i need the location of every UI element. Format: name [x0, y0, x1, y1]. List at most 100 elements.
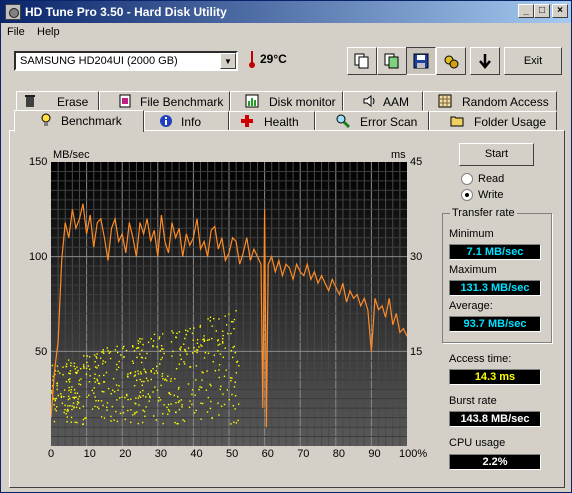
access-time-point: [161, 348, 163, 350]
exit-button[interactable]: Exit: [504, 47, 562, 75]
access-time-point: [179, 354, 181, 356]
access-time-point: [97, 400, 100, 402]
access-time-point: [73, 397, 75, 400]
download-button[interactable]: [470, 47, 500, 75]
access-time-point: [103, 374, 105, 376]
app-window: HD Tune Pro 3.50 - Hard Disk Utility _ □…: [0, 0, 572, 493]
access-time-point: [139, 353, 141, 355]
access-time-point: [177, 388, 180, 390]
access-time-point: [119, 412, 122, 415]
access-time-point: [104, 361, 107, 363]
access-time-point: [158, 396, 160, 399]
access-time-point: [96, 406, 99, 408]
temperature-value: 29°C: [260, 52, 287, 66]
access-time-point: [107, 387, 110, 390]
access-time-point: [161, 373, 164, 375]
save-button[interactable]: [406, 47, 436, 75]
access-time-point: [214, 370, 217, 372]
copy-text-button[interactable]: [347, 47, 377, 75]
access-time-point: [194, 350, 196, 352]
access-time-point: [141, 357, 143, 359]
access-time-point: [133, 375, 136, 377]
access-time-point: [54, 400, 56, 402]
tab-folder-usage[interactable]: Folder Usage: [429, 111, 557, 131]
tab-error-scan[interactable]: Error Scan: [315, 111, 429, 131]
access-time-point: [167, 413, 169, 415]
app-icon: [5, 4, 21, 20]
read-radio[interactable]: [461, 173, 473, 185]
access-time-point: [196, 339, 199, 341]
menu-file[interactable]: File: [7, 26, 25, 38]
access-time-point: [101, 390, 103, 393]
access-time-point: [73, 389, 76, 391]
tab-erase[interactable]: Erase: [16, 91, 99, 111]
access-time-point: [63, 396, 65, 398]
access-time-point: [89, 375, 91, 377]
access-time-point: [225, 324, 228, 326]
speaker-icon: [363, 95, 375, 107]
access-time-point: [56, 388, 58, 391]
copy-image-button[interactable]: [377, 47, 407, 75]
access-time-point: [227, 332, 229, 335]
close-button[interactable]: ×: [552, 4, 568, 18]
access-time-point: [106, 409, 108, 411]
menu-help[interactable]: Help: [37, 26, 60, 38]
access-time-point: [98, 407, 100, 410]
access-time-point: [168, 392, 170, 394]
access-time-point: [163, 352, 165, 355]
access-time-point: [98, 375, 100, 377]
access-time-point: [107, 350, 109, 352]
minimum-label: Minimum: [449, 228, 494, 240]
access-time-point: [75, 396, 77, 398]
access-time-point: [215, 330, 217, 332]
access-time-point: [169, 393, 172, 396]
tab-health[interactable]: Health: [229, 111, 315, 131]
tab-aam-label: AAM: [383, 95, 410, 109]
maximize-button[interactable]: □: [534, 4, 550, 18]
access-time-point: [217, 350, 219, 352]
access-time-point: [76, 392, 79, 394]
access-time-point: [82, 364, 85, 366]
access-time-point: [56, 382, 58, 384]
write-radio[interactable]: [461, 189, 473, 201]
chevron-down-icon[interactable]: ▼: [220, 53, 236, 69]
right-tick-15: 15: [410, 346, 423, 358]
access-time-point: [133, 350, 136, 352]
access-time-point: [191, 393, 193, 396]
access-time-point: [152, 345, 154, 347]
access-time-point: [189, 327, 191, 330]
access-time-point: [86, 355, 88, 357]
access-time-point: [139, 371, 142, 373]
start-button[interactable]: Start: [459, 143, 534, 166]
access-time-point: [194, 394, 196, 396]
access-time-point: [118, 360, 120, 363]
access-time-point: [141, 384, 143, 386]
access-time-point: [94, 381, 96, 383]
access-time-point: [51, 364, 54, 367]
tab-aam[interactable]: AAM: [343, 91, 423, 111]
title-bar[interactable]: HD Tune Pro 3.50 - Hard Disk Utility _ □…: [1, 1, 571, 23]
options-button[interactable]: [436, 47, 466, 75]
left-tick-100: 100: [29, 251, 48, 263]
access-time-point: [113, 391, 116, 393]
tab-benchmark[interactable]: Benchmark: [14, 110, 144, 132]
access-time-point: [94, 361, 96, 363]
access-time-point: [206, 411, 209, 413]
access-time-point: [117, 366, 120, 368]
trash-icon: [25, 95, 35, 107]
minimize-button[interactable]: _: [518, 4, 534, 18]
access-time-point: [125, 349, 128, 352]
tab-file-benchmark-label: File Benchmark: [140, 95, 224, 109]
red-cross-icon: [241, 115, 253, 127]
grid-icon: [438, 94, 452, 108]
tab-file-benchmark[interactable]: File Benchmark: [99, 91, 230, 111]
tab-info[interactable]: Info: [144, 111, 229, 131]
access-time-point: [225, 369, 227, 371]
tab-random-access-label: Random Access: [462, 95, 549, 109]
access-time-point: [156, 365, 158, 368]
access-time-point: [85, 367, 88, 370]
tab-disk-monitor[interactable]: Disk monitor: [230, 91, 343, 111]
tab-random-access[interactable]: Random Access: [423, 91, 557, 111]
access-time-point: [148, 400, 150, 402]
drive-select[interactable]: SAMSUNG HD204UI (2000 GB) ▼: [14, 51, 238, 71]
